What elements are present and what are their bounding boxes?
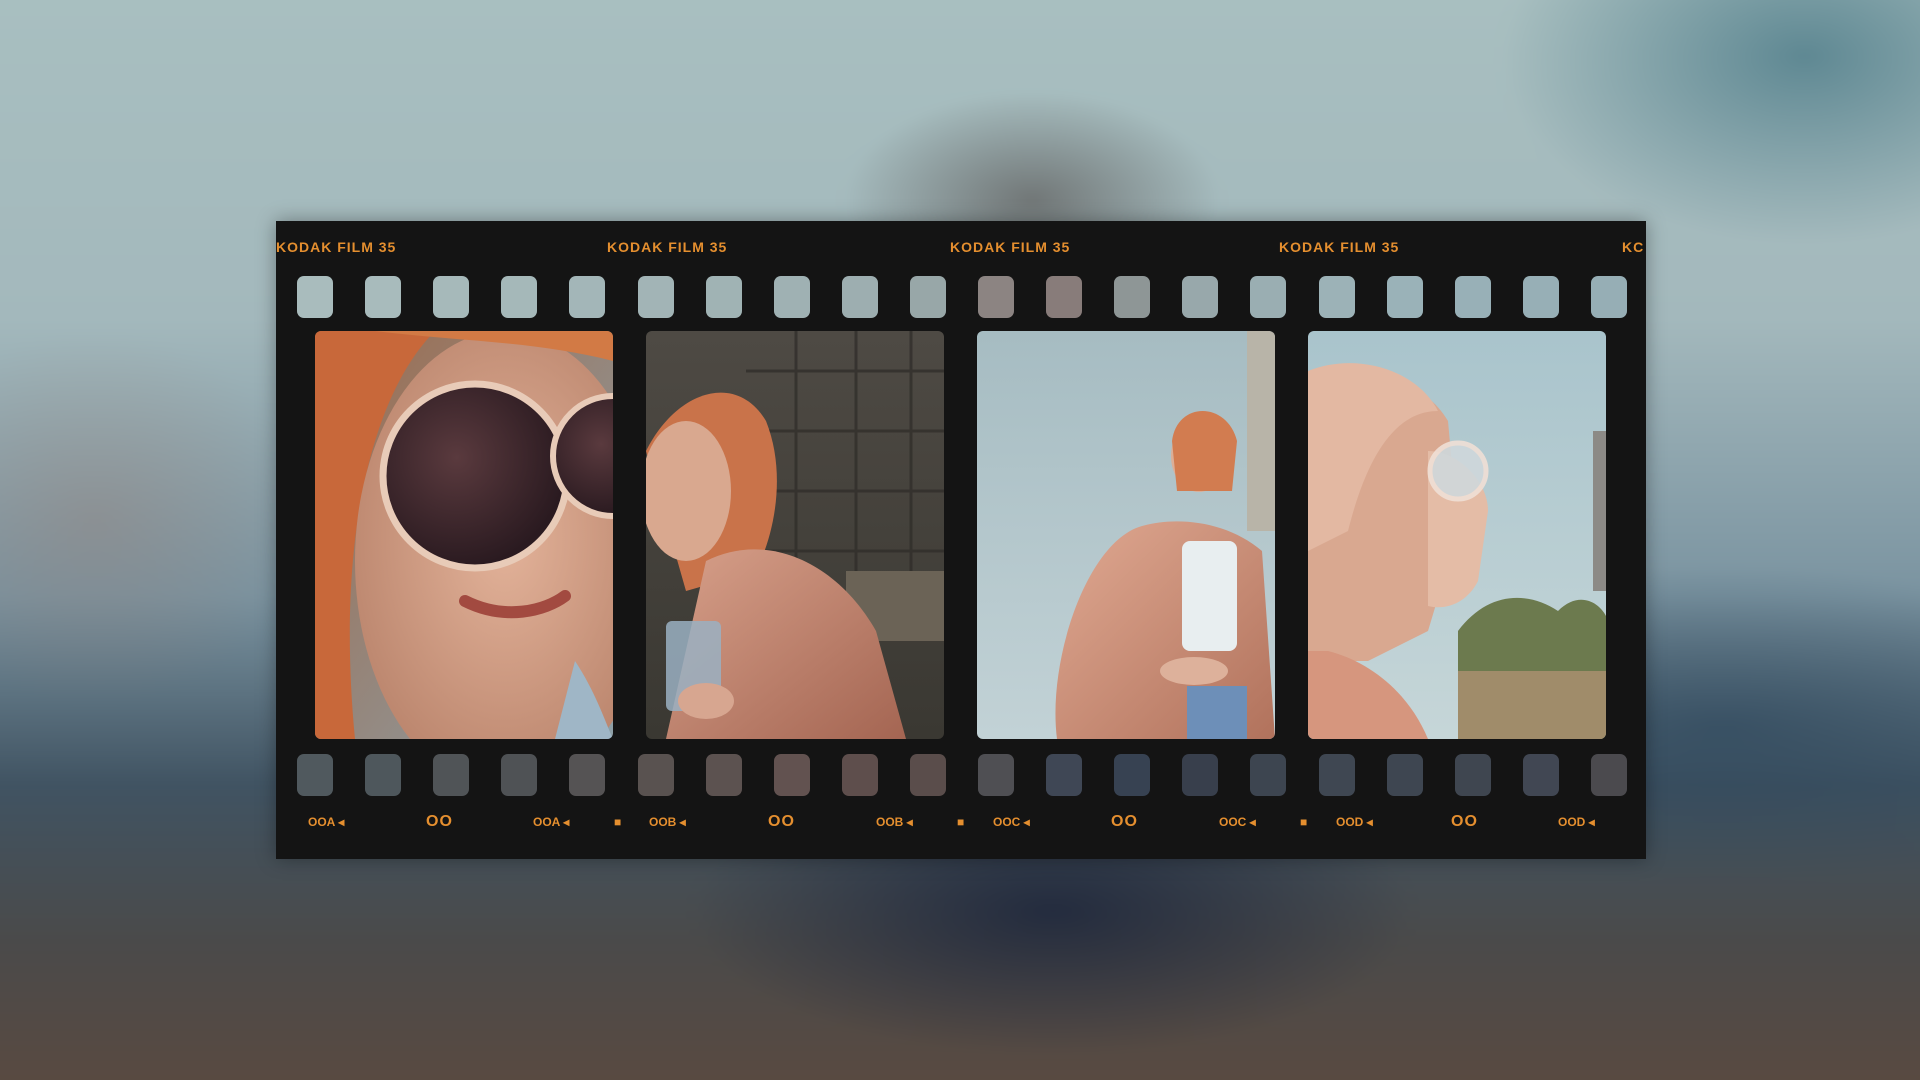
film-brand-row: KODAK FILM 35 KODAK FILM 35 KODAK FILM 3… xyxy=(276,239,1646,257)
sprocket-hole xyxy=(705,754,742,796)
sprocket-hole xyxy=(773,754,810,796)
sprocket-hole xyxy=(297,276,333,318)
film-brand-label: KODAK FILM 35 xyxy=(607,239,728,255)
photo-woman-with-drink xyxy=(646,331,944,739)
sprocket-hole xyxy=(1182,276,1219,318)
sprocket-hole xyxy=(841,754,878,796)
sprocket-hole xyxy=(365,754,402,796)
sprocket-hole xyxy=(297,754,333,796)
sprocket-hole xyxy=(1250,276,1287,318)
sprocket-hole xyxy=(1046,276,1083,318)
sprocket-hole xyxy=(773,276,810,318)
edge-code: OOA ◂ xyxy=(308,815,345,829)
edge-code: OOC ◂ xyxy=(993,815,1030,829)
edge-code: OOA ◂ xyxy=(533,815,570,829)
edge-code-big: OO xyxy=(426,813,453,830)
sprocket-hole xyxy=(501,276,538,318)
video-stage: KODAK FILM 35 KODAK FILM 35 KODAK FILM 3… xyxy=(0,0,1920,1080)
sprocket-hole xyxy=(705,276,742,318)
sprocket-hole xyxy=(433,754,470,796)
sprocket-hole xyxy=(1522,754,1559,796)
edge-code-dot: ■ xyxy=(614,815,622,829)
sprocket-row-top xyxy=(276,276,1646,320)
sprocket-hole xyxy=(978,276,1014,318)
film-edge-codes: OOA ◂ OO OOA ◂ ■ OOB ◂ OO OOB ◂ ■ OOC ◂ … xyxy=(276,812,1646,832)
sprocket-hole xyxy=(569,754,606,796)
sprocket-hole xyxy=(1454,754,1491,796)
film-brand-label-cut: KC xyxy=(1622,239,1645,255)
photo-profile-sunglasses xyxy=(1308,331,1606,739)
sprocket-hole xyxy=(569,276,606,318)
sprocket-row-bottom xyxy=(276,754,1646,798)
sprocket-hole xyxy=(1386,276,1423,318)
sprocket-hole xyxy=(909,276,946,318)
edge-code: OOD ◂ xyxy=(1558,815,1595,829)
sprocket-hole xyxy=(637,754,674,796)
film-frame-2 xyxy=(646,331,944,739)
film-frame-3 xyxy=(977,331,1275,739)
sprocket-hole xyxy=(365,276,402,318)
sprocket-hole xyxy=(841,276,878,318)
edge-code-big: OO xyxy=(1451,813,1478,830)
sprocket-hole xyxy=(1454,276,1491,318)
edge-code-dot: ■ xyxy=(957,815,965,829)
photo-low-angle-sky xyxy=(977,331,1275,739)
film-brand-label: KODAK FILM 35 xyxy=(950,239,1071,255)
sprocket-hole xyxy=(1522,276,1559,318)
film-brand-label: KODAK FILM 35 xyxy=(276,239,397,255)
sprocket-hole xyxy=(1182,754,1219,796)
film-brand-label: KODAK FILM 35 xyxy=(1279,239,1400,255)
sprocket-hole xyxy=(501,754,538,796)
sprocket-hole xyxy=(1318,754,1355,796)
sprocket-hole xyxy=(433,276,470,318)
edge-code: OOB ◂ xyxy=(876,815,913,829)
edge-code: OOB ◂ xyxy=(649,815,686,829)
sprocket-hole xyxy=(1590,276,1627,318)
edge-code-dot: ■ xyxy=(1300,815,1308,829)
edge-code: OOD ◂ xyxy=(1336,815,1373,829)
sprocket-hole xyxy=(1114,276,1151,318)
sprocket-hole xyxy=(1046,754,1083,796)
sprocket-hole xyxy=(1590,754,1627,796)
film-frame-4 xyxy=(1308,331,1606,739)
sprocket-hole xyxy=(1250,754,1287,796)
sprocket-hole xyxy=(1114,754,1151,796)
edge-code: OOC ◂ xyxy=(1219,815,1256,829)
sprocket-hole xyxy=(978,754,1014,796)
film-strip: KODAK FILM 35 KODAK FILM 35 KODAK FILM 3… xyxy=(276,221,1646,859)
edge-code-big: OO xyxy=(768,813,795,830)
sprocket-hole xyxy=(909,754,946,796)
sprocket-hole xyxy=(1386,754,1423,796)
film-frame-1 xyxy=(315,331,613,739)
sprocket-hole xyxy=(637,276,674,318)
photo-portrait-sunglasses xyxy=(315,331,613,739)
edge-code-big: OO xyxy=(1111,813,1138,830)
sprocket-hole xyxy=(1318,276,1355,318)
